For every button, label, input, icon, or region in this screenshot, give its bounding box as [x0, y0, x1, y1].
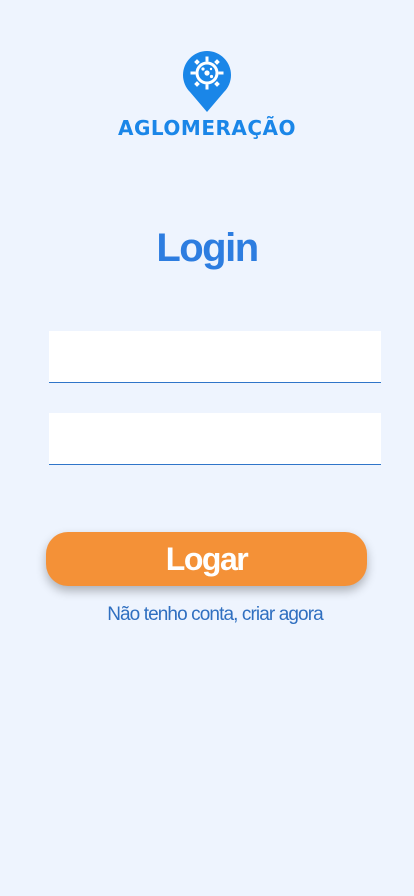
username-field[interactable]: [49, 331, 381, 383]
logo-wordmark: AGLOMERAÇÃO: [117, 116, 297, 140]
password-field[interactable]: [49, 413, 381, 465]
create-account-link[interactable]: Não tenho conta, criar agora: [0, 604, 414, 626]
virus-location-pin-icon: [183, 51, 231, 112]
app-logo: AGLOMERAÇÃO: [0, 44, 414, 140]
page-title: Login: [156, 226, 259, 270]
login-button[interactable]: Logar: [46, 532, 367, 586]
